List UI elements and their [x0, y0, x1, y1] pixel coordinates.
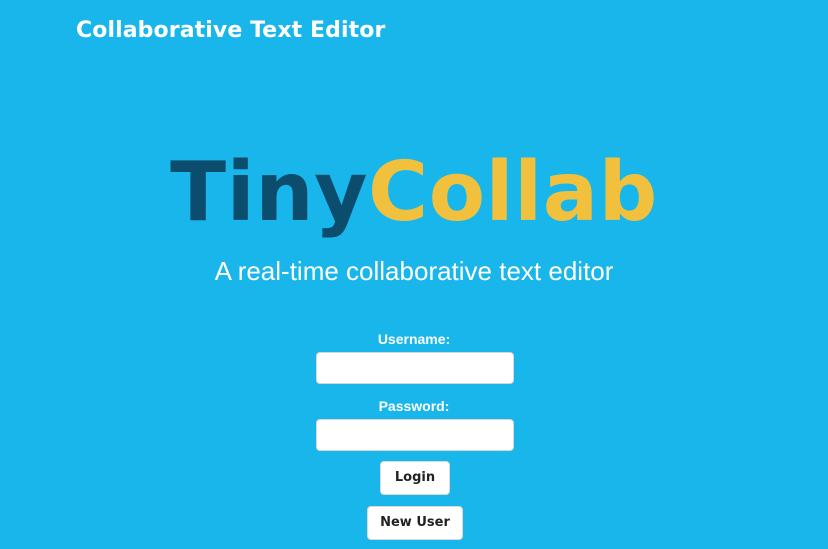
password-label: Password:	[378, 398, 450, 414]
username-label: Username:	[377, 331, 451, 347]
login-button[interactable]: Login	[380, 461, 450, 495]
username-input[interactable]	[316, 352, 514, 384]
login-form: Username: Password: Login New User	[0, 0, 828, 549]
new-user-button[interactable]: New User	[367, 506, 463, 540]
password-input[interactable]	[316, 419, 514, 451]
